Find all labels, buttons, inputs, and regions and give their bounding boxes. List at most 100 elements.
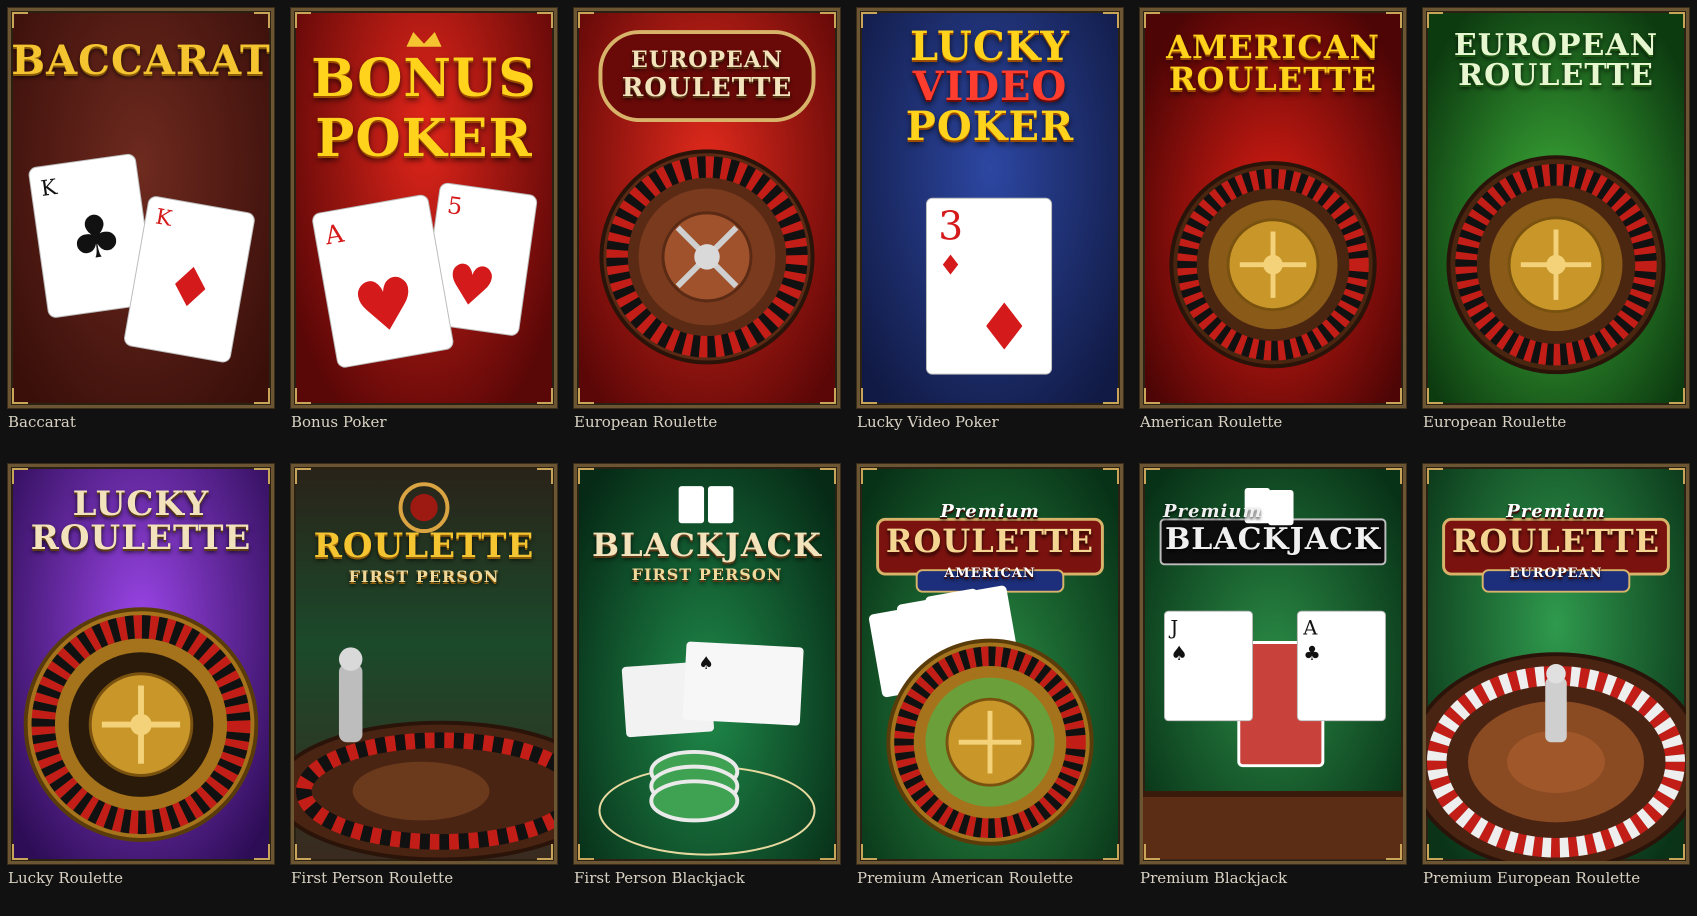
game-tile-european-roulette-red[interactable]: EUROPEAN ROULETTE European Roulette (574, 8, 840, 460)
game-tile-premium-american-roulette[interactable]: Premium ROULETTE AMERICAN Premium Americ… (857, 464, 1123, 916)
game-thumbnail[interactable]: AMERICAN ROULETTE (1140, 8, 1406, 408)
frame-corner (1144, 844, 1160, 860)
frame-corner (295, 388, 311, 404)
game-title[interactable]: First Person Blackjack (574, 864, 840, 916)
frame-corner (1386, 844, 1402, 860)
svg-text:J: J (1168, 617, 1178, 640)
game-logo-text: EUROPEAN ROULETTE (621, 47, 793, 103)
game-title[interactable]: Lucky Roulette (8, 864, 274, 916)
frame-corner (537, 468, 553, 484)
frame-corner (861, 12, 877, 28)
frame-corner (295, 12, 311, 28)
frame-corner (537, 12, 553, 28)
frame-corner (1669, 388, 1685, 404)
game-grid: BACCARAT K ♣ K ♦ Baccarat BONUS POKER 5 … (8, 8, 1690, 916)
frame-corner (12, 844, 28, 860)
frame-corner (1144, 388, 1160, 404)
frame-corner (1103, 468, 1119, 484)
frame-corner (578, 468, 594, 484)
game-thumbnail[interactable]: BONUS POKER 5 ♥ A ♥ (291, 8, 557, 408)
game-tile-lucky-roulette[interactable]: LUCKY ROULETTE Lucky Roulette (8, 464, 274, 916)
game-title[interactable]: Lucky Video Poker (857, 408, 1123, 460)
svg-text:♦: ♦ (938, 250, 963, 281)
game-thumbnail[interactable]: EUROPEAN ROULETTE (574, 8, 840, 408)
svg-text:A: A (1302, 617, 1318, 640)
frame-corner (254, 388, 270, 404)
frame-corner (820, 844, 836, 860)
frame-corner (295, 844, 311, 860)
game-thumbnail[interactable]: ♠ BLACKJACK FIRST PERSON (574, 464, 840, 864)
game-thumbnail[interactable]: Premium ROULETTE EUROPEAN (1423, 464, 1689, 864)
game-tile-first-person-roulette[interactable]: ROULETTE FIRST PERSON First Person Roule… (291, 464, 557, 916)
game-tile-baccarat[interactable]: BACCARAT K ♣ K ♦ Baccarat (8, 8, 274, 460)
frame-corner (1427, 468, 1443, 484)
game-logo-text: Premium BLACKJACK (1163, 501, 1382, 557)
frame-corner (1427, 12, 1443, 28)
game-title[interactable]: Premium American Roulette (857, 864, 1123, 916)
frame-corner (820, 468, 836, 484)
frame-corner (12, 468, 28, 484)
game-thumbnail[interactable]: EUROPEAN ROULETTE (1423, 8, 1689, 408)
game-title[interactable]: Premium European Roulette (1423, 864, 1689, 916)
game-thumbnail[interactable]: ROULETTE FIRST PERSON (291, 464, 557, 864)
game-title[interactable]: American Roulette (1140, 408, 1406, 460)
frame-corner (1144, 468, 1160, 484)
frame-corner (1669, 12, 1685, 28)
game-tile-american-roulette[interactable]: AMERICAN ROULETTE American Roulette (1140, 8, 1406, 460)
frame-corner (1386, 468, 1402, 484)
frame-corner (578, 12, 594, 28)
svg-text:♣: ♣ (65, 200, 127, 275)
frame-corner (861, 388, 877, 404)
game-thumbnail[interactable]: LUCKY VIDEO POKER 3 ♦ ♦ (857, 8, 1123, 408)
game-logo-text: LUCKY VIDEO POKER (905, 23, 1075, 150)
game-logo-text: LUCKY ROULETTE (30, 484, 252, 558)
game-tile-premium-european-roulette[interactable]: Premium ROULETTE EUROPEAN Premium Europe… (1423, 464, 1689, 916)
frame-corner (12, 12, 28, 28)
game-logo-text: BLACKJACK FIRST PERSON (592, 526, 822, 584)
svg-text:♦: ♦ (975, 291, 1033, 366)
frame-corner (861, 468, 877, 484)
svg-text:3: 3 (938, 204, 963, 249)
svg-text:♣: ♣ (1303, 642, 1321, 665)
frame-corner (254, 12, 270, 28)
game-logo-text: Premium ROULETTE AMERICAN (885, 501, 1095, 581)
game-thumbnail[interactable]: BACCARAT K ♣ K ♦ (8, 8, 274, 408)
frame-corner (1103, 388, 1119, 404)
frame-corner (254, 844, 270, 860)
game-thumbnail[interactable]: Premium BLACKJACK J ♠ A ♣ (1140, 464, 1406, 864)
game-thumbnail[interactable]: LUCKY ROULETTE (8, 464, 274, 864)
game-title[interactable]: Bonus Poker (291, 408, 557, 460)
game-logo-text: ROULETTE FIRST PERSON (313, 526, 535, 586)
game-title[interactable]: First Person Roulette (291, 864, 557, 916)
game-logo-text: AMERICAN ROULETTE (1166, 28, 1380, 98)
frame-corner (295, 468, 311, 484)
frame-corner (578, 844, 594, 860)
frame-corner (1103, 844, 1119, 860)
game-title[interactable]: European Roulette (1423, 408, 1689, 460)
frame-corner (537, 388, 553, 404)
game-logo-text: BACCARAT (11, 37, 271, 84)
game-logo-text: EUROPEAN ROULETTE (1453, 28, 1659, 93)
game-tile-european-roulette-green[interactable]: EUROPEAN ROULETTE European Roulette (1423, 8, 1689, 460)
game-title[interactable]: Baccarat (8, 408, 274, 460)
svg-text:♥: ♥ (442, 251, 499, 321)
frame-corner (578, 388, 594, 404)
frame-corner (1669, 844, 1685, 860)
game-title[interactable]: European Roulette (574, 408, 840, 460)
frame-corner (1669, 468, 1685, 484)
frame-corner (1386, 12, 1402, 28)
frame-corner (254, 468, 270, 484)
frame-corner (12, 388, 28, 404)
game-logo-text: BONUS POKER (311, 48, 537, 169)
frame-corner (1427, 388, 1443, 404)
frame-corner (861, 844, 877, 860)
game-tile-bonus-poker[interactable]: BONUS POKER 5 ♥ A ♥ Bonus Poker (291, 8, 557, 460)
game-tile-premium-blackjack[interactable]: Premium BLACKJACK J ♠ A ♣ Premium Blackj… (1140, 464, 1406, 916)
game-title[interactable]: Premium Blackjack (1140, 864, 1406, 916)
game-tile-lucky-video-poker[interactable]: LUCKY VIDEO POKER 3 ♦ ♦ Lucky Video Poke… (857, 8, 1123, 460)
frame-corner (1427, 844, 1443, 860)
game-thumbnail[interactable]: Premium ROULETTE AMERICAN (857, 464, 1123, 864)
game-tile-first-person-blackjack[interactable]: ♠ BLACKJACK FIRST PERSON First Person Bl… (574, 464, 840, 916)
frame-corner (1103, 12, 1119, 28)
svg-text:♠: ♠ (698, 654, 714, 674)
